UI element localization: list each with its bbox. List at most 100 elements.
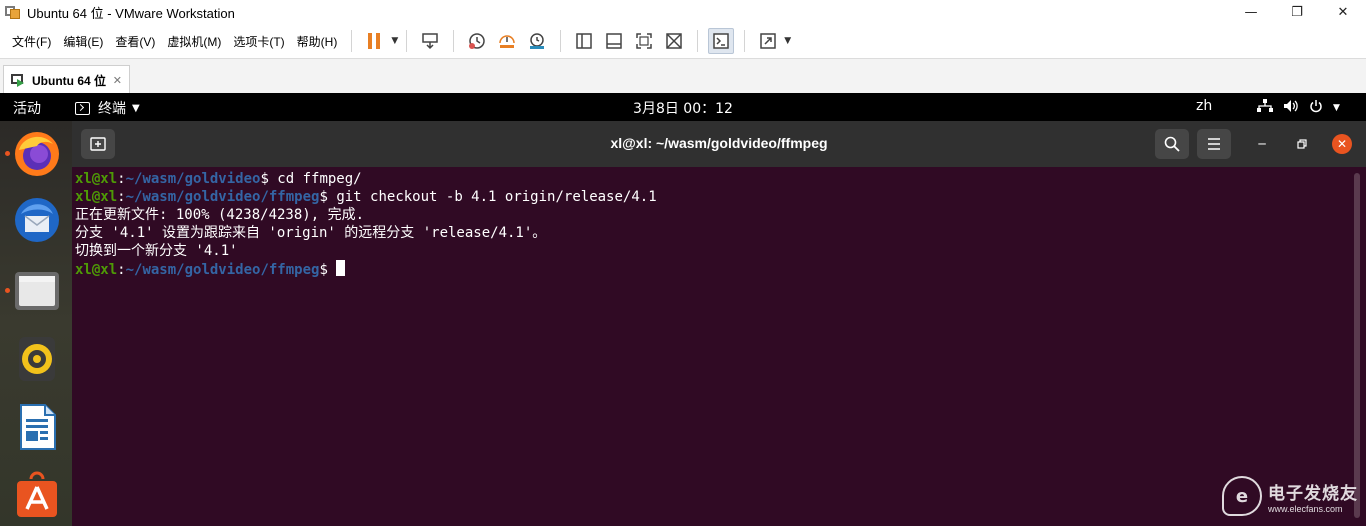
full-screen-button[interactable] (631, 28, 657, 54)
snapshot-revert-icon (499, 35, 515, 48)
maximize-icon: ❐ (1291, 4, 1303, 20)
dock-thunderbird[interactable] (13, 196, 61, 244)
stretch-guest-button[interactable] (755, 28, 781, 54)
watermark-cn: 电子发烧友 (1268, 483, 1358, 504)
tab-close-icon[interactable]: ✕ (113, 74, 122, 87)
dock-rhythmbox[interactable] (13, 335, 61, 383)
dock-ubuntu-software[interactable] (13, 471, 61, 519)
output-text: 切换到一个新分支 '4.1' (75, 243, 238, 259)
window-titlebar: Ubuntu 64 位 - VMware Workstation — ❐ ✕ (0, 0, 1366, 24)
snapshot-take-button[interactable] (464, 28, 490, 54)
firefox-icon (15, 132, 59, 176)
vmware-app-icon (5, 4, 21, 20)
pause-dropdown-icon[interactable]: ▼ (391, 36, 398, 46)
toolbar-separator (744, 30, 746, 52)
dock-files[interactable] (13, 266, 61, 314)
toolbar-separator (697, 30, 699, 52)
system-menu[interactable]: ▼ (1257, 99, 1350, 117)
prompt-path: ~/wasm/goldvideo/ffmpeg (125, 189, 320, 205)
unity-button[interactable] (661, 28, 687, 54)
pause-button[interactable] (362, 28, 388, 54)
clock[interactable]: 3月8日 00：12 (0, 98, 1366, 118)
minimize-icon: — (1244, 4, 1258, 20)
window-title: Ubuntu 64 位 - VMware Workstation (27, 5, 235, 21)
send-ctrl-alt-del-icon (422, 33, 438, 50)
pause-icon (368, 33, 381, 49)
close-icon: ✕ (1336, 137, 1348, 151)
console-view-button[interactable] (708, 28, 735, 54)
terminal-line: xl@xl:~/wasm/goldvideo/ffmpeg$ git check… (75, 188, 1366, 206)
menu-file[interactable]: 文件(F) (6, 33, 57, 50)
watermark: e 电子发烧友 www.elecfans.com (1222, 476, 1358, 516)
snapshot-take-icon (469, 33, 485, 49)
snapshot-manager-icon (530, 33, 545, 49)
close-icon: ✕ (1337, 4, 1349, 20)
terminal-minimize-button[interactable]: ─ (1252, 134, 1272, 154)
terminal-line: xl@xl:~/wasm/goldvideo/ffmpeg$ (75, 260, 1366, 278)
output-text: 正在更新文件: 100% (4238/4238), 完成. (75, 207, 365, 223)
menu-vm[interactable]: 虚拟机(M) (161, 33, 227, 50)
stretch-dropdown-icon[interactable]: ▼ (784, 36, 791, 46)
terminal-line: 切换到一个新分支 '4.1' (75, 242, 1366, 260)
prompt-separator: : (117, 189, 126, 205)
guest-display[interactable]: 活动 终端 ▼ 3月8日 00：12 zh ▼ xl@xl: ~/wasm/go… (0, 93, 1366, 526)
menu-edit[interactable]: 编辑(E) (57, 33, 109, 50)
text-cursor (336, 260, 346, 276)
menu-view[interactable]: 查看(V) (109, 33, 161, 50)
prompt-user: xl@xl (75, 189, 118, 205)
volume-icon (1283, 99, 1299, 117)
prompt-user: xl@xl (75, 171, 118, 187)
send-ctrl-alt-del-button[interactable] (417, 28, 443, 54)
prompt-separator: : (117, 171, 126, 187)
hamburger-menu-icon (1208, 138, 1220, 150)
tab-label: Ubuntu 64 位 (32, 73, 106, 88)
running-indicator (5, 288, 10, 293)
command-text: $ cd ffmpeg/ (260, 171, 362, 187)
dock-firefox[interactable] (13, 130, 61, 178)
terminal-maximize-button[interactable] (1292, 134, 1312, 154)
command-text: $ (319, 262, 337, 278)
toolbar-separator (351, 30, 353, 52)
dock (0, 121, 72, 526)
terminal-output[interactable]: xl@xl:~/wasm/goldvideo$ cd ffmpeg/ xl@xl… (72, 167, 1366, 526)
system-menu-caret-icon: ▼ (1333, 103, 1340, 113)
menu-help[interactable]: 帮助(H) (291, 33, 344, 50)
running-indicator (5, 151, 10, 156)
stretch-guest-icon (760, 33, 776, 49)
snapshot-revert-button[interactable] (494, 28, 520, 54)
prompt-path: ~/wasm/goldvideo/ffmpeg (125, 262, 320, 278)
close-button[interactable]: ✕ (1320, 0, 1366, 24)
watermark-en: www.elecfans.com (1268, 503, 1343, 514)
sidebar-toggle-button[interactable] (571, 28, 597, 54)
terminal-scrollbar[interactable] (1354, 173, 1360, 518)
libreoffice-writer-icon (20, 404, 56, 450)
vm-running-icon (11, 73, 25, 87)
terminal-line: 分支 '4.1' 设置为跟踪来自 'origin' 的远程分支 'release… (75, 224, 1366, 242)
hamburger-menu-button[interactable] (1197, 129, 1231, 159)
input-method-indicator[interactable]: zh (1196, 98, 1212, 114)
menu-tabs[interactable]: 选项卡(T) (227, 33, 290, 50)
terminal-line: xl@xl:~/wasm/goldvideo$ cd ffmpeg/ (75, 170, 1366, 188)
thumbnail-bar-button[interactable] (601, 28, 627, 54)
toolbar-separator (453, 30, 455, 52)
terminal-close-button[interactable]: ✕ (1332, 134, 1352, 154)
gnome-top-bar: 活动 终端 ▼ 3月8日 00：12 zh ▼ (0, 93, 1366, 121)
search-button[interactable] (1155, 129, 1189, 159)
maximize-button[interactable]: ❐ (1274, 0, 1320, 24)
tab-ubuntu-64[interactable]: Ubuntu 64 位 ✕ (3, 65, 130, 94)
dock-writer[interactable] (13, 403, 61, 451)
menubar: 文件(F) 编辑(E) 查看(V) 虚拟机(M) 选项卡(T) 帮助(H) ▼ … (0, 24, 1366, 58)
snapshot-manager-button[interactable] (524, 28, 550, 54)
minimize-button[interactable]: — (1228, 0, 1274, 24)
elecfans-logo-icon: e (1222, 476, 1262, 516)
thunderbird-icon (15, 198, 59, 242)
prompt-user: xl@xl (75, 262, 118, 278)
terminal-line: 正在更新文件: 100% (4238/4238), 完成. (75, 206, 1366, 224)
ubuntu-software-icon (17, 471, 57, 517)
output-text: 分支 '4.1' 设置为跟踪来自 'origin' 的远程分支 'release… (75, 225, 547, 241)
command-text: $ git checkout -b 4.1 origin/release/4.1 (319, 189, 657, 205)
search-icon (1164, 136, 1180, 152)
prompt-separator: : (117, 262, 126, 278)
rhythmbox-icon (19, 337, 55, 381)
network-icon (1257, 99, 1273, 117)
